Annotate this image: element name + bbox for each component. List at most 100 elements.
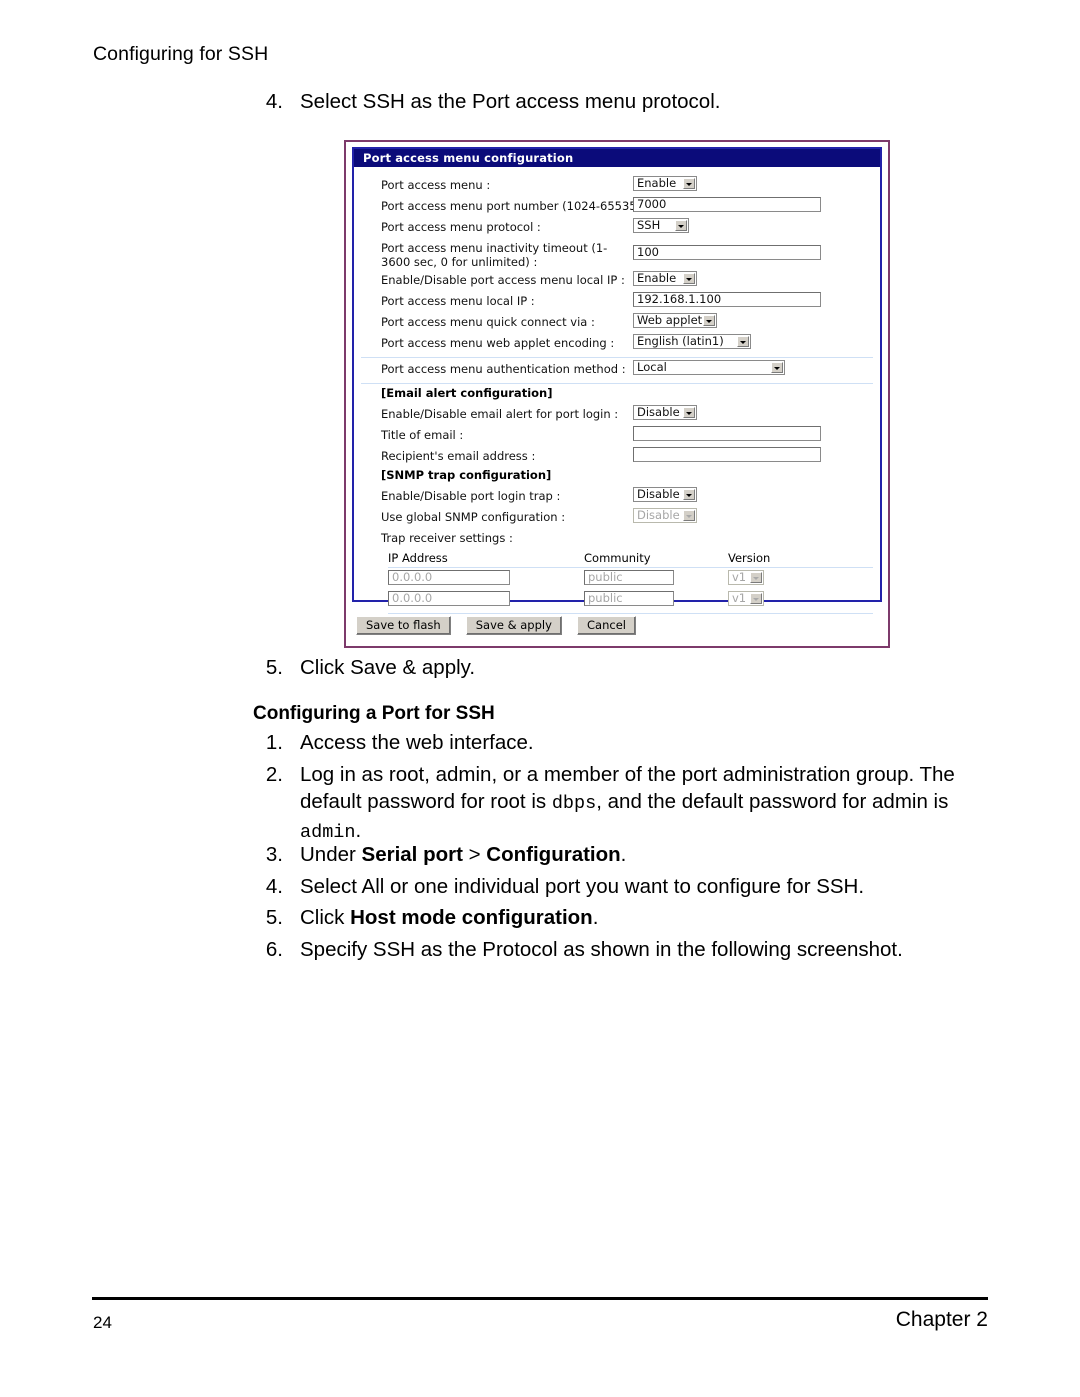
field-control	[633, 447, 821, 462]
field-control: Disable	[633, 508, 697, 523]
column-header-version: Version	[728, 551, 771, 565]
step-number: 5.	[265, 906, 283, 929]
field-enable-local-ip: Enable/Disable port access menu local IP…	[354, 271, 880, 292]
step-text-part: Click	[300, 906, 351, 929]
button-bar: Save to flash Save & apply Cancel	[356, 614, 646, 635]
trap-version-select: v1	[728, 570, 764, 585]
field-control: Enable	[633, 176, 697, 191]
field-authentication-method: Port access menu authentication method :…	[354, 360, 880, 381]
field-label: Enable/Disable port access menu local IP…	[381, 273, 625, 287]
email-alert-enable-select[interactable]: Disable	[633, 405, 697, 420]
chevron-down-icon	[683, 510, 695, 521]
select-value: Enable	[637, 271, 677, 285]
field-label: Port access menu quick connect via :	[381, 315, 595, 329]
email-title-input[interactable]	[633, 426, 821, 441]
code-dbps: dbps	[551, 793, 597, 814]
trap-receiver-settings-label-row: Trap receiver settings :	[354, 529, 880, 550]
menu-path-host-mode-configuration: Host mode configuration	[350, 906, 593, 929]
field-port-access-menu: Port access menu : Enable	[354, 176, 880, 197]
field-label: Port access menu protocol :	[381, 220, 541, 234]
field-protocol: Port access menu protocol : SSH	[354, 218, 880, 239]
field-label: Recipient's email address :	[381, 449, 536, 463]
field-control	[633, 426, 821, 441]
chevron-down-icon	[683, 273, 695, 284]
select-value: SSH	[637, 218, 661, 232]
step-text: Select SSH as the Port access menu proto…	[300, 90, 721, 113]
step-text: Specify SSH as the Protocol as shown in …	[300, 938, 903, 961]
select-value: Web applet	[637, 313, 703, 327]
table-row: 0.0.0.0 public v1	[388, 589, 873, 610]
field-control: Disable	[633, 487, 697, 502]
field-recipient-email: Recipient's email address :	[354, 447, 880, 468]
quick-connect-select[interactable]: Web applet	[633, 313, 717, 328]
menu-path-configuration: Configuration	[486, 843, 621, 866]
enable-local-ip-select[interactable]: Enable	[633, 271, 697, 286]
field-label: Port access menu inactivity timeout (1-3…	[381, 241, 627, 269]
menu-path-serial-port: Serial port	[361, 843, 463, 866]
step-4-select-port: 4. Select All or one individual port you…	[253, 873, 973, 900]
step-5-after-figure: 5. Click Save & apply.	[253, 654, 973, 681]
port-login-trap-select[interactable]: Disable	[633, 487, 697, 502]
field-label: Port access menu port number (1024-65535…	[381, 199, 649, 213]
cell-community: public	[584, 570, 674, 589]
save-to-flash-button[interactable]: Save to flash	[356, 616, 451, 635]
cell-ip-address: 0.0.0.0	[388, 570, 510, 589]
chevron-down-icon	[675, 220, 687, 231]
save-and-apply-button[interactable]: Save & apply	[465, 616, 562, 635]
select-value: Disable	[637, 405, 680, 419]
cell-community: public	[584, 591, 674, 610]
trap-ip-input: 0.0.0.0	[388, 591, 510, 606]
chevron-down-icon	[683, 178, 695, 189]
step-text: Under Serial port > Configuration.	[300, 841, 973, 868]
cell-ip-address: 0.0.0.0	[388, 591, 510, 610]
step-number: 4.	[265, 90, 283, 113]
column-header-ip-address: IP Address	[388, 551, 448, 565]
step-text-part: .	[620, 843, 627, 866]
trap-community-input: public	[584, 591, 674, 606]
step-text: Log in as root, admin, or a member of th…	[300, 761, 973, 846]
panel-title: Port access menu configuration	[354, 149, 880, 167]
step-text-part: Under	[300, 843, 362, 866]
field-control: 100	[633, 245, 821, 260]
authentication-method-select[interactable]: Local	[633, 360, 785, 375]
field-control: 192.168.1.100	[633, 292, 821, 307]
field-web-applet-encoding: Port access menu web applet encoding : E…	[354, 334, 880, 355]
port-number-input[interactable]: 7000	[633, 197, 821, 212]
chevron-down-icon	[683, 489, 695, 500]
chevron-down-icon	[750, 593, 762, 604]
recipient-email-input[interactable]	[633, 447, 821, 462]
step-number: 5.	[265, 656, 283, 679]
separator	[361, 383, 873, 384]
step-text-part: .	[355, 819, 362, 842]
local-ip-input[interactable]: 192.168.1.100	[633, 292, 821, 307]
select-value: Local	[637, 360, 667, 374]
email-alert-group-heading: [Email alert configuration]	[381, 386, 553, 400]
step-4-top: 4. Select SSH as the Port access menu pr…	[253, 88, 973, 115]
field-email-title: Title of email :	[354, 426, 880, 447]
step-number: 1.	[265, 731, 283, 754]
trap-version-select: v1	[728, 591, 764, 606]
inactivity-timeout-input[interactable]: 100	[633, 245, 821, 260]
port-access-menu-select[interactable]: Enable	[633, 176, 697, 191]
cancel-button[interactable]: Cancel	[577, 616, 636, 635]
chevron-down-icon	[771, 362, 783, 373]
chapter-label: Chapter 2	[895, 1308, 988, 1331]
separator	[361, 357, 873, 358]
web-applet-encoding-select[interactable]: English (latin1)	[633, 334, 751, 349]
step-number: 3.	[265, 843, 283, 866]
field-label: Port access menu :	[381, 178, 491, 192]
document-page: Configuring for SSH 4. Select SSH as the…	[0, 0, 1080, 1397]
config-form: Port access menu : Enable Port access me…	[354, 167, 880, 614]
section-heading: Configuring a Port for SSH	[253, 703, 495, 724]
field-label-text: Port access menu inactivity timeout (1-3…	[381, 241, 608, 269]
trap-receiver-label: Trap receiver settings :	[381, 531, 513, 545]
protocol-select[interactable]: SSH	[633, 218, 689, 233]
field-port-number: Port access menu port number (1024-65535…	[354, 197, 880, 218]
step-text-part: .	[592, 906, 599, 929]
select-value: v1	[732, 591, 747, 605]
field-label: Title of email :	[381, 428, 464, 442]
chevron-down-icon	[750, 572, 762, 583]
global-snmp-select: Disable	[633, 508, 697, 523]
step-number: 4.	[265, 875, 283, 898]
step-text: Select All or one individual port you wa…	[300, 875, 865, 898]
